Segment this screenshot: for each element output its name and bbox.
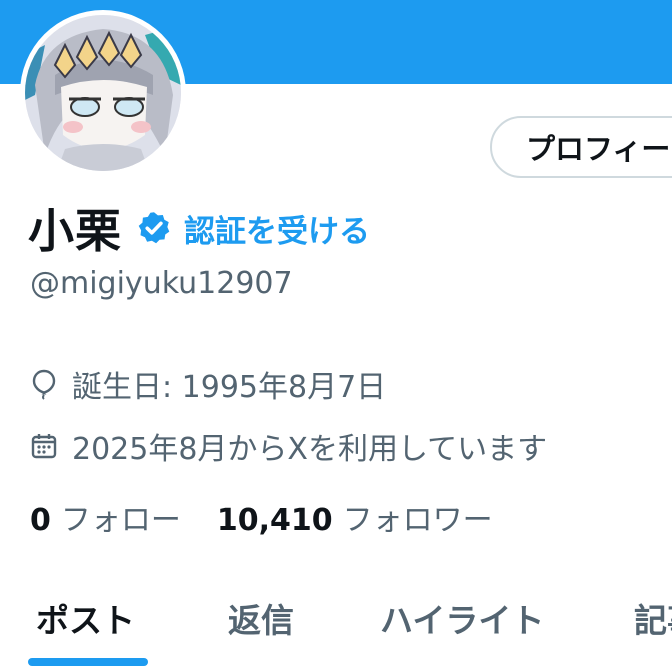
tab-replies[interactable]: 返信: [228, 594, 294, 642]
display-name: 小栗: [28, 204, 122, 258]
following-count: 0: [30, 503, 51, 538]
tab-highlights[interactable]: ハイライト: [380, 594, 544, 642]
edit-profile-label: プロフィー: [526, 132, 671, 166]
user-handle: @migiyuku12907: [30, 266, 293, 301]
following-label: フォロー: [60, 503, 181, 538]
joined-info: 2025年8月からXを利用しています: [30, 424, 547, 468]
joined-text: 2025年8月からXを利用しています: [72, 432, 548, 467]
calendar-icon: [31, 434, 57, 459]
followers-label: フォロワー: [342, 503, 493, 538]
follow-stats: 0 フォロー 10,410 フォロワー: [30, 494, 493, 540]
avatar[interactable]: [25, 15, 181, 171]
birthday-info: 誕生日: 1995年8月7日: [30, 362, 386, 406]
balloon-icon: [32, 369, 56, 400]
name-row: 小栗 認証を受ける: [28, 198, 370, 258]
followers-link[interactable]: 10,410 フォロワー: [217, 495, 493, 539]
avatar-illustration: [25, 15, 181, 171]
tab-posts[interactable]: ポスト: [36, 594, 135, 642]
edit-profile-button[interactable]: プロフィー: [490, 116, 672, 178]
birthday-text: 誕生日: 1995年8月7日: [72, 370, 387, 405]
active-tab-indicator: [28, 658, 148, 666]
tab-articles[interactable]: 記事: [634, 594, 672, 642]
profile-page: プロフィー 小栗 認証を受ける @migiyuku12907 誕生日: 1995…: [0, 0, 672, 672]
avatar-frame: [20, 10, 186, 176]
profile-tabs: ポスト 返信 ハイライト 記事: [0, 580, 672, 672]
verified-badge-icon: [138, 212, 170, 244]
following-link[interactable]: 0 フォロー: [30, 495, 181, 539]
followers-count: 10,410: [216, 503, 333, 538]
get-verified-link[interactable]: 認証を受ける: [184, 206, 370, 251]
